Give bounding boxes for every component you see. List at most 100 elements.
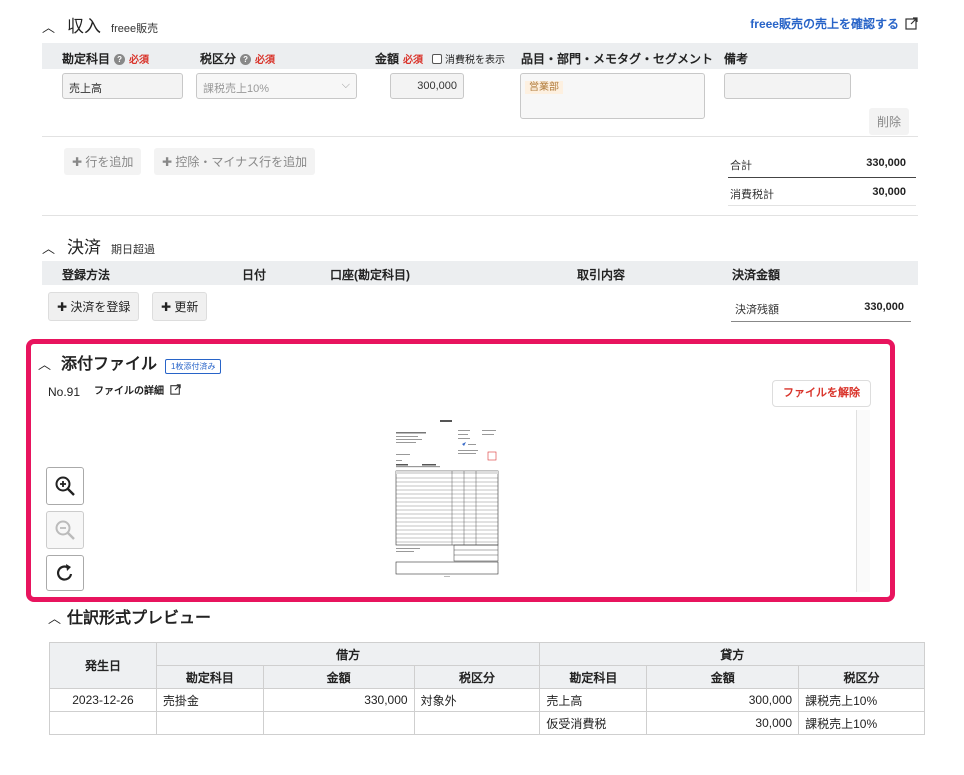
- invoice-thumbnail: [392, 416, 502, 578]
- plus-icon: ✚: [57, 300, 68, 314]
- cell-credit-amount: 300,000: [646, 688, 800, 712]
- register-settlement-button[interactable]: ✚ 決済を登録: [48, 292, 140, 321]
- header-account: 勘定科目? 必須: [62, 52, 150, 66]
- cell-credit-tax: 課税売上10%: [798, 688, 925, 712]
- confirm-sales-link[interactable]: freee販売の売上を確認する: [750, 15, 918, 32]
- plus-icon: ✚: [72, 155, 83, 169]
- sub-header: 税区分: [413, 665, 541, 689]
- header-settle-amount: 決済金額: [732, 268, 781, 282]
- date-header: 発生日: [49, 642, 157, 689]
- zoom-out-icon: [55, 520, 75, 540]
- chevron-down-icon: ⌵: [341, 79, 350, 91]
- header-memo: 備考: [724, 52, 749, 66]
- attachment-section-header[interactable]: ︿ 添付ファイル 1枚添付済み: [38, 350, 222, 374]
- help-icon[interactable]: ?: [240, 54, 252, 65]
- add-deduction-button[interactable]: ✚ 控除・マイナス行を追加: [154, 148, 316, 175]
- income-title: 収入: [67, 17, 102, 36]
- tax-total-label: 消費税計: [730, 189, 774, 201]
- zoom-in-button[interactable]: [46, 467, 84, 505]
- balance-label: 決済残額: [735, 304, 779, 316]
- document-preview[interactable]: [392, 416, 502, 578]
- sub-header: 勘定科目: [155, 665, 264, 689]
- delete-row-button[interactable]: 削除: [869, 108, 910, 135]
- cell-debit-tax: 対象外: [413, 688, 541, 712]
- settlement-table-header: 登録方法 日付 口座(勘定科目) 取引内容 決済金額: [42, 261, 918, 285]
- plus-icon: ✚: [162, 155, 173, 169]
- settlement-section-header[interactable]: ︿ 決済 期日超過: [42, 233, 155, 258]
- tag-chip[interactable]: 営業部: [525, 81, 563, 94]
- divider: [42, 215, 918, 216]
- collapse-chevron-icon[interactable]: ︿: [42, 238, 55, 257]
- collapse-chevron-icon[interactable]: ︿: [42, 17, 55, 36]
- cell-debit-amount: 330,000: [262, 688, 415, 712]
- cell-credit-account: 売上高: [539, 688, 648, 712]
- divider: [731, 321, 911, 322]
- tax-total-value: 30,000: [872, 186, 906, 198]
- plus-icon: ✚: [161, 300, 172, 314]
- cell-credit-tax: 課税売上10%: [798, 711, 925, 735]
- cell-credit-account: 仮受消費税: [539, 711, 648, 735]
- total-label: 合計: [730, 160, 752, 172]
- tax-display-checkbox[interactable]: [432, 53, 442, 64]
- cell-debit-account: 売掛金: [155, 688, 264, 712]
- income-section-header[interactable]: ︿ 収入 freee販売: [42, 12, 158, 37]
- file-details-text[interactable]: ファイルの詳細: [94, 382, 164, 397]
- income-table-header: 勘定科目? 必須 税区分? 必須 金額 必須 消費税を表示 品目・部門・メモタグ・セグ…: [42, 43, 918, 69]
- tax-display-toggle[interactable]: 消費税を表示: [432, 51, 505, 66]
- settlement-subtitle: 期日超過: [111, 244, 156, 256]
- balance-value: 330,000: [864, 301, 904, 313]
- rotate-button[interactable]: [46, 555, 84, 591]
- sub-header: 勘定科目: [539, 665, 648, 689]
- table-row: 2023-12-26 売掛金 330,000 対象外 売上高 300,000 課…: [49, 688, 925, 712]
- add-row-button[interactable]: ✚ 行を追加: [64, 148, 142, 175]
- sub-header: 金額: [646, 665, 800, 689]
- settlement-title: 決済: [67, 238, 102, 257]
- cell-credit-amount: 30,000: [646, 711, 800, 735]
- header-method: 登録方法: [62, 268, 111, 282]
- file-details-link[interactable]: ファイルの詳細: [94, 382, 181, 397]
- preview-scrollbar[interactable]: [856, 410, 870, 592]
- sub-header: 金額: [262, 665, 415, 689]
- attachment-title: 添付ファイル: [61, 356, 158, 373]
- income-subtitle: freee販売: [111, 23, 159, 35]
- cell-date: [49, 711, 157, 735]
- external-link-icon: [905, 17, 918, 30]
- help-icon[interactable]: ?: [114, 54, 126, 65]
- collapse-chevron-icon[interactable]: ︿: [48, 608, 61, 627]
- account-field[interactable]: 売上高: [62, 73, 183, 99]
- header-items: 品目・部門・メモタグ・セグメント: [521, 52, 714, 66]
- header-tax: 税区分? 必須: [200, 52, 276, 66]
- cell-debit-amount: [262, 711, 415, 735]
- total-value: 330,000: [866, 157, 906, 169]
- amount-field[interactable]: 300,000: [390, 73, 464, 99]
- zoom-in-icon: [55, 476, 75, 496]
- zoom-out-button[interactable]: [46, 511, 84, 549]
- header-amount: 金額 必須: [375, 52, 424, 66]
- journal-preview-table: 発生日 借方 貸方 勘定科目 金額 税区分 勘定科目 金額 税区分 2023-1…: [49, 642, 925, 735]
- cell-date: 2023-12-26: [49, 688, 157, 712]
- file-number: No.91: [48, 385, 81, 399]
- header-content: 取引内容: [577, 268, 626, 282]
- credit-header: 貸方: [539, 642, 925, 666]
- confirm-sales-link-text[interactable]: freee販売の売上を確認する: [750, 15, 899, 32]
- cell-debit-tax: [413, 711, 541, 735]
- debit-header: 借方: [155, 642, 541, 666]
- update-button[interactable]: ✚ 更新: [152, 292, 208, 321]
- external-link-icon: [170, 384, 181, 395]
- attached-count-badge: 1枚添付済み: [165, 359, 222, 374]
- header-settle-account: 口座(勘定科目): [330, 268, 410, 282]
- divider: [42, 136, 918, 137]
- rotate-icon: [57, 564, 73, 581]
- memo-field[interactable]: [724, 73, 851, 99]
- collapse-chevron-icon[interactable]: ︿: [38, 354, 51, 373]
- sub-header: 税区分: [798, 665, 925, 689]
- divider: [728, 205, 916, 206]
- detach-file-button[interactable]: ファイルを解除: [772, 380, 871, 407]
- journal-section-header[interactable]: ︿ 仕訳形式プレビュー: [48, 604, 211, 628]
- journal-title: 仕訳形式プレビュー: [67, 610, 212, 627]
- cell-debit-account: [155, 711, 264, 735]
- header-date: 日付: [242, 268, 267, 282]
- tax-select[interactable]: 課税売上10% ⌵: [196, 73, 357, 99]
- tag-field[interactable]: 営業部: [520, 73, 705, 119]
- divider: [728, 177, 916, 178]
